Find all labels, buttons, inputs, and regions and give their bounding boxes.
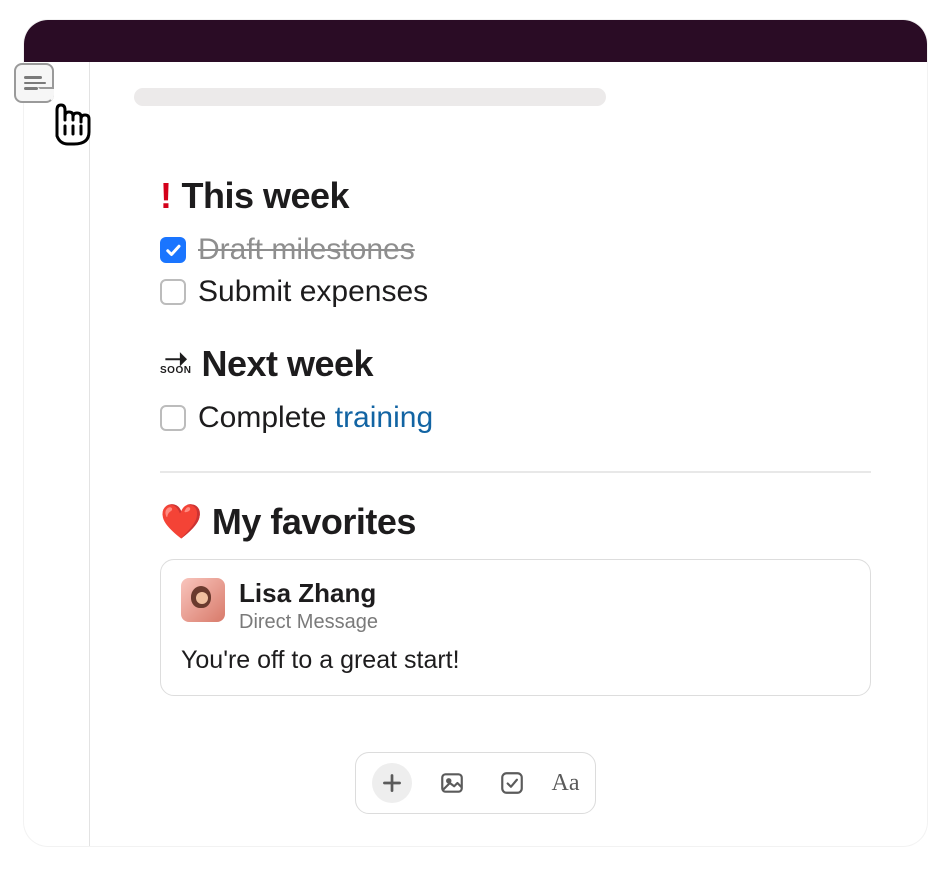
avatar[interactable] <box>181 578 225 622</box>
todo-item[interactable]: Complete training <box>160 401 871 435</box>
todo-label: Draft milestones <box>198 233 415 267</box>
checkbox-checked[interactable] <box>160 237 186 263</box>
checkbox-unchecked[interactable] <box>160 279 186 305</box>
todo-item[interactable]: Submit expenses <box>160 275 871 309</box>
message-body: You're off to a great start! <box>181 646 850 675</box>
heading-next-week: ➝ SOON Next week <box>160 343 871 385</box>
add-button[interactable] <box>372 763 412 803</box>
message-subtitle: Direct Message <box>239 611 378 634</box>
heading-favorites: ❤️ My favorites <box>160 501 871 543</box>
todo-label: Complete training <box>198 401 433 435</box>
canvas-content[interactable]: ! This week Draft milestones Submit expe… <box>160 175 871 696</box>
title-placeholder[interactable] <box>134 88 606 106</box>
exclamation-icon: ! <box>160 178 172 214</box>
message-author[interactable]: Lisa Zhang <box>239 578 378 609</box>
todo-label: Submit expenses <box>198 275 428 309</box>
heading-this-week-text: This week <box>182 175 350 217</box>
todo-text: Complete <box>198 401 335 434</box>
soon-icon: ➝ SOON <box>160 352 191 376</box>
todo-item[interactable]: Draft milestones <box>160 233 871 267</box>
sidebar-divider <box>89 62 90 846</box>
heading-this-week: ! This week <box>160 175 871 217</box>
heading-next-week-text: Next week <box>201 343 373 385</box>
checklist-icon[interactable] <box>492 763 532 803</box>
image-icon[interactable] <box>432 763 472 803</box>
heading-favorites-text: My favorites <box>212 501 416 543</box>
text-format-button[interactable]: Aa <box>552 770 580 797</box>
floating-toolbar: Aa <box>355 752 597 814</box>
message-card[interactable]: Lisa Zhang Direct Message You're off to … <box>160 559 871 696</box>
heart-icon: ❤️ <box>160 502 202 542</box>
pointer-cursor-icon <box>40 92 100 157</box>
checkbox-unchecked[interactable] <box>160 405 186 431</box>
titlebar <box>24 20 927 62</box>
divider <box>160 471 871 473</box>
training-link[interactable]: training <box>335 401 433 434</box>
app-window: ! This week Draft milestones Submit expe… <box>24 20 927 846</box>
